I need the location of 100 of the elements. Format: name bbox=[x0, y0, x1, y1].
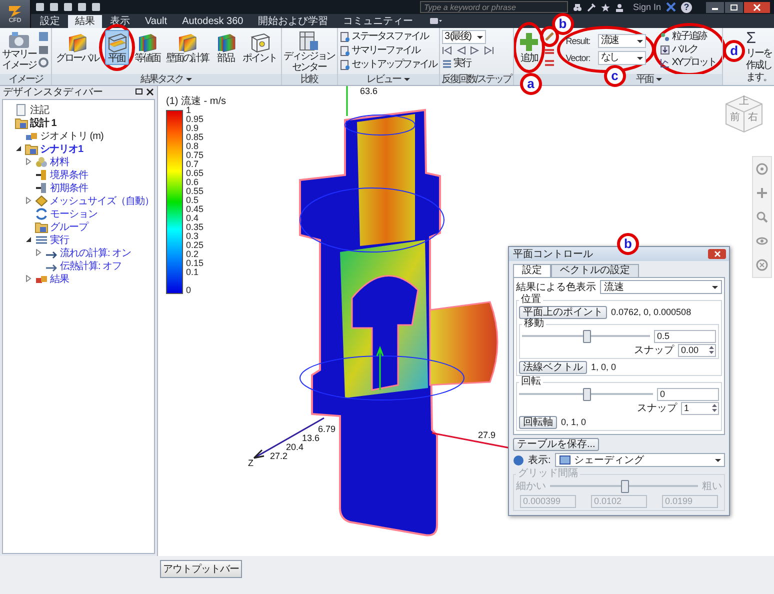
review-file-button[interactable]: サマリーファイル bbox=[340, 44, 420, 57]
binoculars-icon[interactable] bbox=[573, 2, 582, 12]
display-dropdown[interactable]: シェーディング bbox=[554, 453, 725, 467]
tree-item[interactable]: 注記 bbox=[30, 102, 49, 116]
previous-step-icon[interactable] bbox=[456, 46, 466, 55]
tree-item[interactable]: ジオメトリ (m) bbox=[40, 128, 104, 142]
tree-item[interactable]: 結果 bbox=[50, 272, 69, 286]
snap-field[interactable]: 1 bbox=[681, 402, 719, 414]
last-step-icon[interactable] bbox=[484, 46, 494, 55]
tree-item[interactable]: 材料 bbox=[50, 154, 69, 168]
pencil-icon[interactable] bbox=[544, 31, 555, 42]
next-step-icon[interactable] bbox=[470, 46, 480, 55]
plane-tool-button[interactable]: XYプロット bbox=[660, 56, 716, 69]
tree-item[interactable]: 初期条件 bbox=[50, 180, 88, 194]
plane-tool-button[interactable]: バルク bbox=[660, 43, 716, 56]
legend-tick-label: 0.1 bbox=[186, 268, 199, 277]
result-task-button[interactable]: 等値面 bbox=[134, 30, 160, 65]
dialog-tab[interactable]: 設定 bbox=[513, 264, 551, 277]
sign-in-link[interactable]: Sign In bbox=[633, 2, 662, 12]
vector-dropdown[interactable]: なし bbox=[598, 51, 646, 65]
pin-icon[interactable] bbox=[135, 88, 143, 96]
move-value-field[interactable]: 0.5 bbox=[654, 330, 716, 342]
pan-icon[interactable] bbox=[756, 187, 768, 199]
tree-item[interactable]: 設計 1 bbox=[30, 116, 56, 130]
close-button[interactable] bbox=[744, 2, 770, 12]
caret-icon[interactable] bbox=[404, 78, 410, 81]
help-button[interactable]: ? bbox=[681, 2, 692, 12]
maximize-button[interactable] bbox=[725, 2, 743, 12]
first-step-icon[interactable] bbox=[442, 46, 452, 55]
result-task-button[interactable]: 壁面の計算 bbox=[166, 30, 208, 65]
tree-item[interactable]: 伝熱計算: オフ bbox=[60, 258, 122, 272]
expand-toggle-icon[interactable] bbox=[25, 236, 32, 243]
output-bar-button[interactable]: アウトプットバー bbox=[160, 560, 242, 578]
legend-tick-label: 0.5 bbox=[186, 196, 199, 205]
layers-icon[interactable] bbox=[544, 57, 555, 68]
spinner-icon[interactable] bbox=[708, 345, 715, 355]
image-icon[interactable] bbox=[38, 44, 49, 55]
gear-icon[interactable] bbox=[38, 57, 49, 68]
user-icon[interactable] bbox=[615, 2, 624, 12]
ribbon-tab[interactable]: 表示 bbox=[103, 15, 137, 28]
review-file-button[interactable]: ステータスファイル bbox=[340, 30, 428, 43]
minimize-button[interactable] bbox=[706, 2, 724, 12]
tree-item[interactable]: 境界条件 bbox=[50, 168, 88, 182]
cross-circle-icon[interactable] bbox=[756, 259, 768, 271]
spinner-icon[interactable] bbox=[711, 403, 718, 413]
search-field[interactable]: Type a keyword or phrase bbox=[420, 1, 568, 13]
expand-toggle-icon[interactable] bbox=[25, 158, 32, 165]
result-task-button[interactable]: グローバル bbox=[56, 30, 98, 65]
summary-image-button[interactable]: サマリー イメージ bbox=[2, 30, 36, 72]
tree-item[interactable]: シナリオ1 bbox=[40, 142, 84, 156]
expand-toggle-icon[interactable] bbox=[15, 145, 22, 152]
slider-thumb[interactable] bbox=[583, 330, 591, 343]
wrench-icon[interactable] bbox=[587, 2, 596, 12]
ribbon-tab[interactable]: Autodesk 360 bbox=[175, 15, 250, 28]
ribbon-tab[interactable]: 開始および学習 bbox=[251, 15, 336, 28]
ribbon-tab[interactable]: 結果 bbox=[68, 15, 102, 28]
ribbon-tab[interactable]: コミュニティー bbox=[336, 15, 420, 28]
save-table-button[interactable]: テーブルを保存... bbox=[513, 438, 600, 450]
help-icon[interactable] bbox=[513, 454, 524, 466]
step-dropdown[interactable]: 3 (最後) bbox=[442, 30, 486, 44]
folder-icon bbox=[25, 142, 38, 154]
add-button[interactable]: 追加 bbox=[518, 30, 540, 65]
summary-icon[interactable]: Σ bbox=[746, 30, 755, 47]
result-task-button[interactable]: ポイント bbox=[242, 30, 276, 65]
steering-wheel-icon[interactable] bbox=[756, 163, 768, 175]
ribbon-tab[interactable]: Vault bbox=[138, 15, 174, 28]
expand-toggle-icon[interactable] bbox=[25, 275, 32, 282]
color-by-dropdown[interactable]: 流速 bbox=[600, 280, 722, 294]
snap-field[interactable]: 0.00 bbox=[678, 344, 716, 356]
expand-toggle-icon[interactable] bbox=[35, 249, 42, 256]
tree-item[interactable]: モーション bbox=[50, 206, 98, 220]
decision-center-button[interactable]: ディシジョン センター bbox=[284, 30, 334, 74]
star-icon[interactable] bbox=[601, 2, 610, 12]
ribbon-tab[interactable]: 設定 bbox=[33, 15, 67, 28]
display-menu-icon[interactable] bbox=[429, 17, 444, 25]
review-file-button[interactable]: セットアップファイル bbox=[340, 58, 436, 71]
result-dropdown[interactable]: 流速 bbox=[598, 34, 646, 48]
tree-item[interactable]: 実行 bbox=[50, 232, 69, 246]
close-icon[interactable] bbox=[146, 88, 154, 96]
tree-item[interactable]: 流れの計算: オン bbox=[60, 246, 132, 260]
expand-toggle-icon[interactable] bbox=[25, 197, 32, 204]
rotation-axis-button[interactable]: 回転軸 bbox=[519, 416, 557, 428]
normal-vector-button[interactable]: 法線ベクトル bbox=[519, 360, 587, 374]
caret-icon[interactable] bbox=[186, 78, 192, 81]
run-button[interactable]: 実行 bbox=[442, 57, 470, 70]
result-task-button[interactable]: 平面 bbox=[104, 30, 128, 65]
caret-icon[interactable] bbox=[656, 78, 662, 81]
tree-item[interactable]: グループ bbox=[50, 220, 88, 234]
image-icon[interactable] bbox=[38, 31, 49, 42]
plane-tool-button[interactable]: 粒子追跡 bbox=[660, 30, 716, 43]
exchange-icon[interactable] bbox=[666, 2, 676, 12]
legend-tick-label: 0.8 bbox=[186, 142, 199, 151]
magnifier-icon[interactable] bbox=[756, 211, 768, 223]
orbit-icon[interactable] bbox=[756, 235, 768, 247]
point-on-plane-button[interactable]: 平面上のポイント bbox=[519, 306, 607, 318]
dialog-tab[interactable]: ベクトルの設定 bbox=[551, 264, 639, 277]
result-task-button[interactable]: 部品 bbox=[214, 30, 236, 65]
rotation-value-field[interactable]: 0 bbox=[657, 388, 719, 400]
tree-item[interactable]: メッシュサイズ（自動） bbox=[50, 194, 154, 208]
slider-thumb[interactable] bbox=[583, 388, 591, 401]
